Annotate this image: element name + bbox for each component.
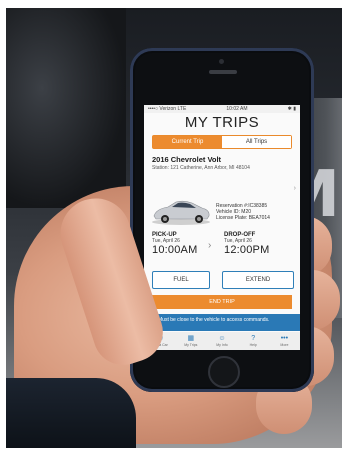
nav-more[interactable]: ••• More (269, 332, 300, 350)
chevron-right-icon[interactable]: › (294, 185, 296, 192)
front-camera (219, 59, 224, 64)
warning-message: Must be close to the vehicle to access c… (158, 317, 270, 323)
battery-icon: ✱ ▮ (287, 106, 296, 112)
phone-screen: ••••○ Verizon LTE 10:02 AM ✱ ▮ MY TRIPS … (144, 105, 300, 350)
nav-help[interactable]: ? Help (238, 332, 269, 350)
bottom-nav: ⦿ Find a Car ▦ My Trips ☺ My Info ? Help… (144, 332, 300, 350)
car-image (152, 200, 210, 225)
nav-label: My Trips (184, 343, 198, 347)
speaker (209, 70, 237, 74)
end-trip-button[interactable]: END TRIP (152, 295, 292, 309)
sleeve (6, 378, 136, 448)
license-plate: License Plate: BEA7014 (216, 215, 270, 221)
dropoff-block: DROP-OFF Tue, April 26 12:00PM (224, 232, 269, 256)
pickup-block: PICK-UP Tue, April 26 10:00AM (152, 232, 197, 256)
tab-all-trips[interactable]: All Trips (222, 136, 291, 148)
station-address: Station: 121 Catherine, Ann Arbor, MI 48… (152, 165, 250, 171)
car-name: 2016 Chevrolet Volt (152, 155, 222, 164)
clock: 10:02 AM (226, 106, 248, 112)
help-icon: ? (251, 335, 256, 342)
tab-current-trip[interactable]: Current Trip (153, 136, 222, 148)
person-icon: ☺ (218, 335, 226, 342)
dropoff-time: 12:00PM (224, 244, 270, 256)
page-title: MY TRIPS (184, 114, 260, 131)
home-button[interactable] (208, 356, 240, 388)
calendar-icon: ▦ (187, 335, 195, 342)
nav-my-trips[interactable]: ▦ My Trips (175, 332, 206, 350)
extend-button[interactable]: EXTEND (222, 271, 294, 289)
nav-label: More (280, 343, 289, 347)
nav-label: My Info (216, 343, 228, 347)
status-bar: ••••○ Verizon LTE 10:02 AM ✱ ▮ (144, 105, 300, 113)
vehicle-info: Reservation #:IC38385 Vehicle ID: M20 Li… (216, 203, 270, 221)
pickup-time: 10:00AM (152, 244, 198, 256)
trip-tabs: Current Trip All Trips (152, 135, 292, 149)
carrier-label: ••••○ Verizon LTE (148, 106, 187, 112)
fuel-button[interactable]: FUEL (152, 271, 210, 289)
photo: M ••••○ Verizon LTE 10:02 AM ✱ ▮ MY TRIP… (6, 8, 342, 448)
chevron-right-icon: › (208, 240, 212, 251)
nav-label: Help (249, 343, 257, 347)
background-blur (6, 8, 126, 208)
nav-my-info[interactable]: ☺ My Info (206, 332, 237, 350)
proximity-warning: ⚠ Must be close to the vehicle to access… (144, 314, 300, 331)
more-icon: ••• (280, 335, 289, 342)
